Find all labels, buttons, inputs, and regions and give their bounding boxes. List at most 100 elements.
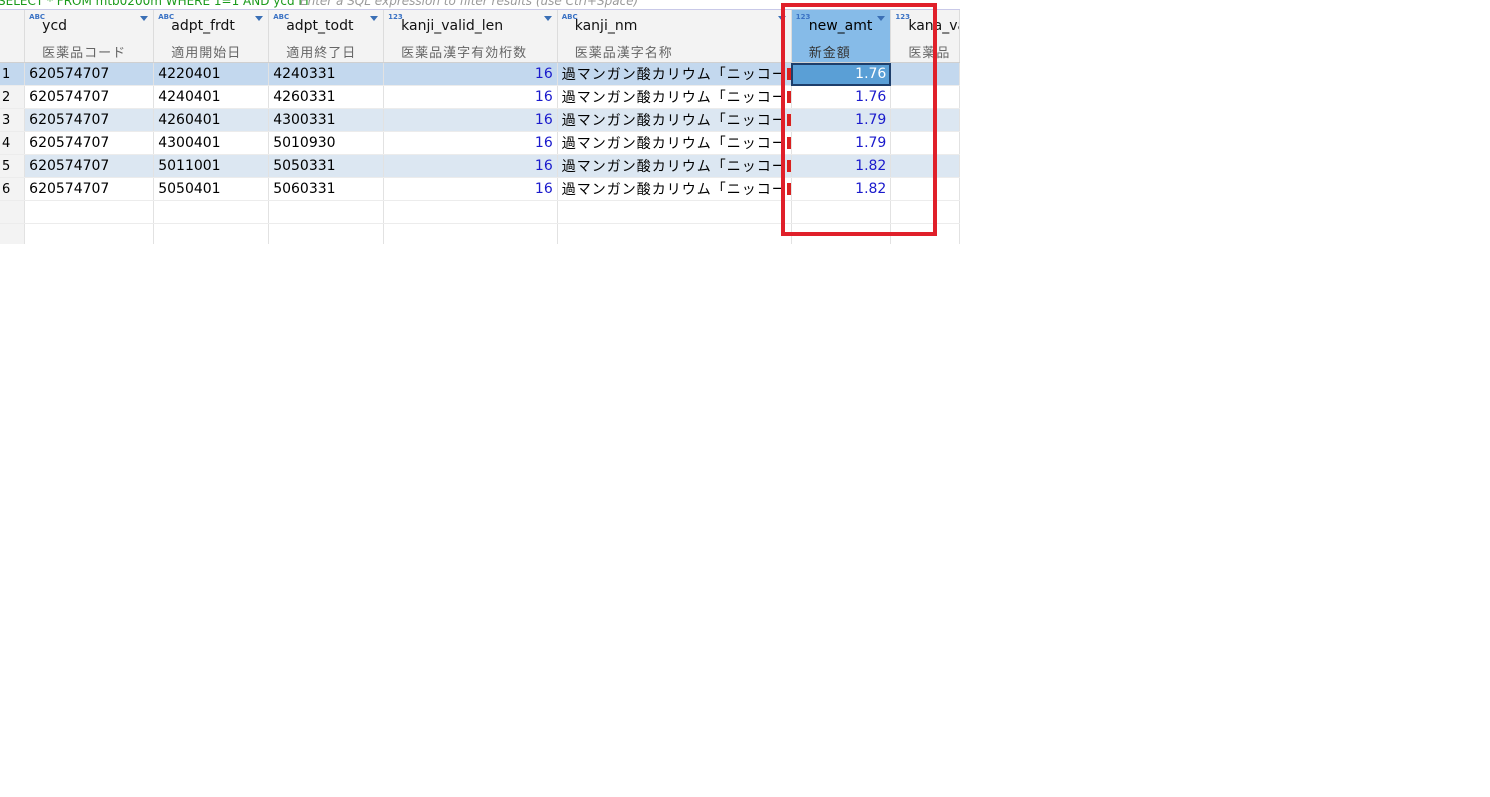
cell-adpt-todt[interactable]: 5060331 — [268, 177, 385, 201]
column-header-ycd[interactable]: ABC ycd 医薬品コード — [24, 10, 155, 63]
table-row[interactable]: 4 620574707 4300401 5010930 16 過マンガン酸カリウ… — [0, 131, 960, 155]
cell-adpt-frdt[interactable]: 4240401 — [153, 85, 270, 109]
cell-kanji-nm[interactable]: 過マンガン酸カリウム「ニッコー — [557, 108, 792, 132]
cell-adpt-todt[interactable]: 5050331 — [268, 154, 385, 178]
cell-new-amt[interactable]: 1.82 — [791, 177, 892, 201]
row-number[interactable]: 5 — [0, 154, 26, 178]
row-number — [0, 200, 26, 224]
cell-text: 過マンガン酸カリウム「ニッコー — [561, 136, 787, 152]
column-description: 新金額 — [808, 46, 851, 61]
cell-new-amt[interactable]: 1.82 — [791, 154, 892, 178]
cell-adpt-frdt[interactable]: 5050401 — [153, 177, 270, 201]
column-header-kanji-nm[interactable]: ABC kanji_nm 医薬品漢字名称 — [557, 10, 792, 63]
column-name: new_amt — [808, 18, 873, 34]
truncation-marker — [786, 137, 791, 149]
column-description: 適用開始日 — [171, 46, 242, 61]
cell-kanji-valid-len[interactable]: 16 — [383, 131, 558, 155]
cell-adpt-todt[interactable]: 4240331 — [268, 62, 385, 86]
filter-placeholder[interactable]: Enter a SQL expression to filter results… — [300, 0, 638, 8]
row-number — [0, 223, 26, 244]
row-number[interactable]: 1 — [0, 62, 26, 86]
cell-kanji-nm[interactable]: 過マンガン酸カリウム「ニッコー — [557, 154, 792, 178]
cell-new-amt[interactable]: 1.76 — [791, 85, 892, 109]
empty-row — [0, 223, 960, 244]
cell-ycd[interactable]: 620574707 — [24, 108, 155, 132]
column-name: adpt_todt — [286, 18, 354, 34]
cell-kanji-valid-len[interactable]: 16 — [383, 154, 558, 178]
row-number[interactable]: 4 — [0, 131, 26, 155]
cell-kana-va[interactable] — [890, 154, 960, 178]
table-row[interactable]: 3 620574707 4260401 4300331 16 過マンガン酸カリウ… — [0, 108, 960, 132]
results-grid: ABC ycd 医薬品コード ABC adpt_frdt 適用開始日 ABC a… — [0, 10, 960, 244]
row-number-header[interactable] — [0, 10, 26, 63]
row-number[interactable]: 2 — [0, 85, 26, 109]
column-header-kana-va[interactable]: 123 kana_va 医薬品 — [890, 10, 960, 63]
truncation-marker — [786, 68, 791, 80]
cell-adpt-todt[interactable]: 4300331 — [268, 108, 385, 132]
truncation-marker — [786, 114, 791, 126]
cell-kanji-valid-len[interactable]: 16 — [383, 62, 558, 86]
cell-ycd[interactable]: 620574707 — [24, 154, 155, 178]
column-name: kanji_valid_len — [401, 18, 504, 34]
column-description: 適用終了日 — [286, 46, 357, 61]
cell-text: 過マンガン酸カリウム「ニッコー — [561, 159, 787, 175]
column-name: kanji_nm — [574, 18, 638, 34]
sort-arrow-icon[interactable] — [543, 16, 552, 21]
table-row[interactable]: 2 620574707 4240401 4260331 16 過マンガン酸カリウ… — [0, 85, 960, 109]
sort-arrow-icon[interactable] — [777, 16, 786, 21]
cell-new-amt-selected[interactable]: 1.76 — [791, 62, 892, 86]
cell-kana-va[interactable] — [890, 108, 960, 132]
cell-kanji-nm[interactable]: 過マンガン酸カリウム「ニッコー — [557, 62, 792, 86]
column-name: kana_va — [908, 18, 958, 34]
cell-adpt-todt[interactable]: 5010930 — [268, 131, 385, 155]
truncation-marker — [786, 91, 791, 103]
cell-ycd[interactable]: 620574707 — [24, 62, 155, 86]
cell-kanji-nm[interactable]: 過マンガン酸カリウム「ニッコー — [557, 131, 792, 155]
cell-adpt-frdt[interactable]: 4220401 — [153, 62, 270, 86]
row-number[interactable]: 3 — [0, 108, 26, 132]
cell-text: 過マンガン酸カリウム「ニッコー — [561, 90, 787, 106]
column-description: 医薬品コード — [42, 46, 127, 61]
table-row[interactable]: 1 620574707 4220401 4240331 16 過マンガン酸カリウ… — [0, 62, 960, 86]
cell-kanji-valid-len[interactable]: 16 — [383, 177, 558, 201]
cell-ycd[interactable]: 620574707 — [24, 85, 155, 109]
sort-arrow-icon[interactable] — [877, 16, 886, 21]
column-header-adpt-frdt[interactable]: ABC adpt_frdt 適用開始日 — [153, 10, 270, 63]
cell-kana-va[interactable] — [890, 85, 960, 109]
cell-adpt-todt[interactable]: 4260331 — [268, 85, 385, 109]
column-description: 医薬品 — [908, 46, 951, 61]
cell-ycd[interactable]: 620574707 — [24, 177, 155, 201]
cell-adpt-frdt[interactable]: 5011001 — [153, 154, 270, 178]
cell-text: 過マンガン酸カリウム「ニッコー — [561, 67, 787, 83]
cell-new-amt[interactable]: 1.79 — [791, 131, 892, 155]
cell-kanji-nm[interactable]: 過マンガン酸カリウム「ニッコー — [557, 85, 792, 109]
truncation-marker — [786, 183, 791, 195]
cell-text: 過マンガン酸カリウム「ニッコー — [561, 182, 787, 198]
filter-sql-text[interactable]: SELECT * FROM mtb0200m WHERE 1=1 AND ycd… — [0, 0, 309, 8]
row-number[interactable]: 6 — [0, 177, 26, 201]
column-description: 医薬品漢字有効桁数 — [401, 46, 528, 61]
table-row[interactable]: 6 620574707 5050401 5060331 16 過マンガン酸カリウ… — [0, 177, 960, 201]
cell-kana-va[interactable] — [890, 62, 960, 86]
sort-arrow-icon[interactable] — [370, 16, 379, 21]
sort-arrow-icon[interactable] — [255, 16, 264, 21]
sort-arrow-icon[interactable] — [140, 16, 149, 21]
empty-row — [0, 200, 960, 224]
cell-kanji-valid-len[interactable]: 16 — [383, 108, 558, 132]
cell-ycd[interactable]: 620574707 — [24, 131, 155, 155]
cell-kanji-valid-len[interactable]: 16 — [383, 85, 558, 109]
cell-text: 過マンガン酸カリウム「ニッコー — [561, 113, 787, 129]
column-header-new-amt[interactable]: 123 new_amt 新金額 — [791, 10, 892, 63]
table-row[interactable]: 5 620574707 5011001 5050331 16 過マンガン酸カリウ… — [0, 154, 960, 178]
cell-kana-va[interactable] — [890, 177, 960, 201]
cell-kanji-nm[interactable]: 過マンガン酸カリウム「ニッコー — [557, 177, 792, 201]
column-header-kanji-valid-len[interactable]: 123 kanji_valid_len 医薬品漢字有効桁数 — [383, 10, 558, 63]
truncation-marker — [786, 160, 791, 172]
cell-kana-va[interactable] — [890, 131, 960, 155]
column-header-adpt-todt[interactable]: ABC adpt_todt 適用終了日 — [268, 10, 385, 63]
cell-adpt-frdt[interactable]: 4300401 — [153, 131, 270, 155]
cell-new-amt[interactable]: 1.79 — [791, 108, 892, 132]
column-description: 医薬品漢字名称 — [574, 46, 673, 61]
cell-adpt-frdt[interactable]: 4260401 — [153, 108, 270, 132]
column-name: ycd — [42, 18, 68, 34]
